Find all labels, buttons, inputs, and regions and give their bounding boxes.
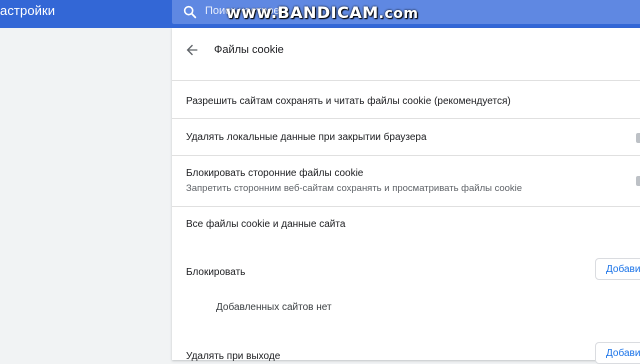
allow-cookies-row[interactable]: Разрешить сайтам сохранять и читать файл… [172, 80, 640, 119]
allow-cookies-label: Разрешить сайтам сохранять и читать файл… [186, 96, 511, 107]
watermark-tail: .com [378, 6, 419, 22]
all-cookies-label: Все файлы cookie и данные сайта [186, 219, 346, 230]
block-third-party-description: Запретить сторонним веб-сайтам сохранять… [186, 183, 523, 194]
clear-on-exit-section-label: Удалять при выходе [186, 351, 281, 362]
app-header: астройки www.BANDICAM.com [0, 0, 640, 28]
page-title: Файлы cookie [214, 44, 284, 56]
all-cookies-row[interactable]: Все файлы cookie и данные сайта [172, 206, 640, 243]
bandicam-watermark: www.BANDICAM.com [226, 3, 418, 22]
clear-on-exit-toggle[interactable] [636, 133, 640, 143]
clear-on-exit-label: Удалять локальные данные при закрытии бр… [186, 132, 427, 143]
watermark-main: www.BANDICAM [226, 3, 379, 22]
cookie-settings-card: Файлы cookie Разрешить сайтам сохранять … [172, 28, 640, 364]
block-section-label: Блокировать [186, 267, 246, 278]
search-icon [183, 5, 197, 19]
back-arrow-icon[interactable] [184, 42, 200, 58]
clear-on-exit-row[interactable]: Удалять локальные данные при закрытии бр… [172, 118, 640, 156]
block-third-party-toggle[interactable] [636, 176, 640, 186]
app-title: астройки [0, 3, 56, 18]
clear-on-exit-add-button[interactable]: Добавить [595, 342, 640, 364]
block-add-button[interactable]: Добавить [595, 258, 640, 280]
block-third-party-label: Блокировать сторонние файлы cookie [186, 168, 364, 179]
block-empty-message: Добавленных сайтов нет [216, 302, 332, 313]
block-third-party-row[interactable]: Блокировать сторонние файлы cookie Запре… [172, 155, 640, 207]
